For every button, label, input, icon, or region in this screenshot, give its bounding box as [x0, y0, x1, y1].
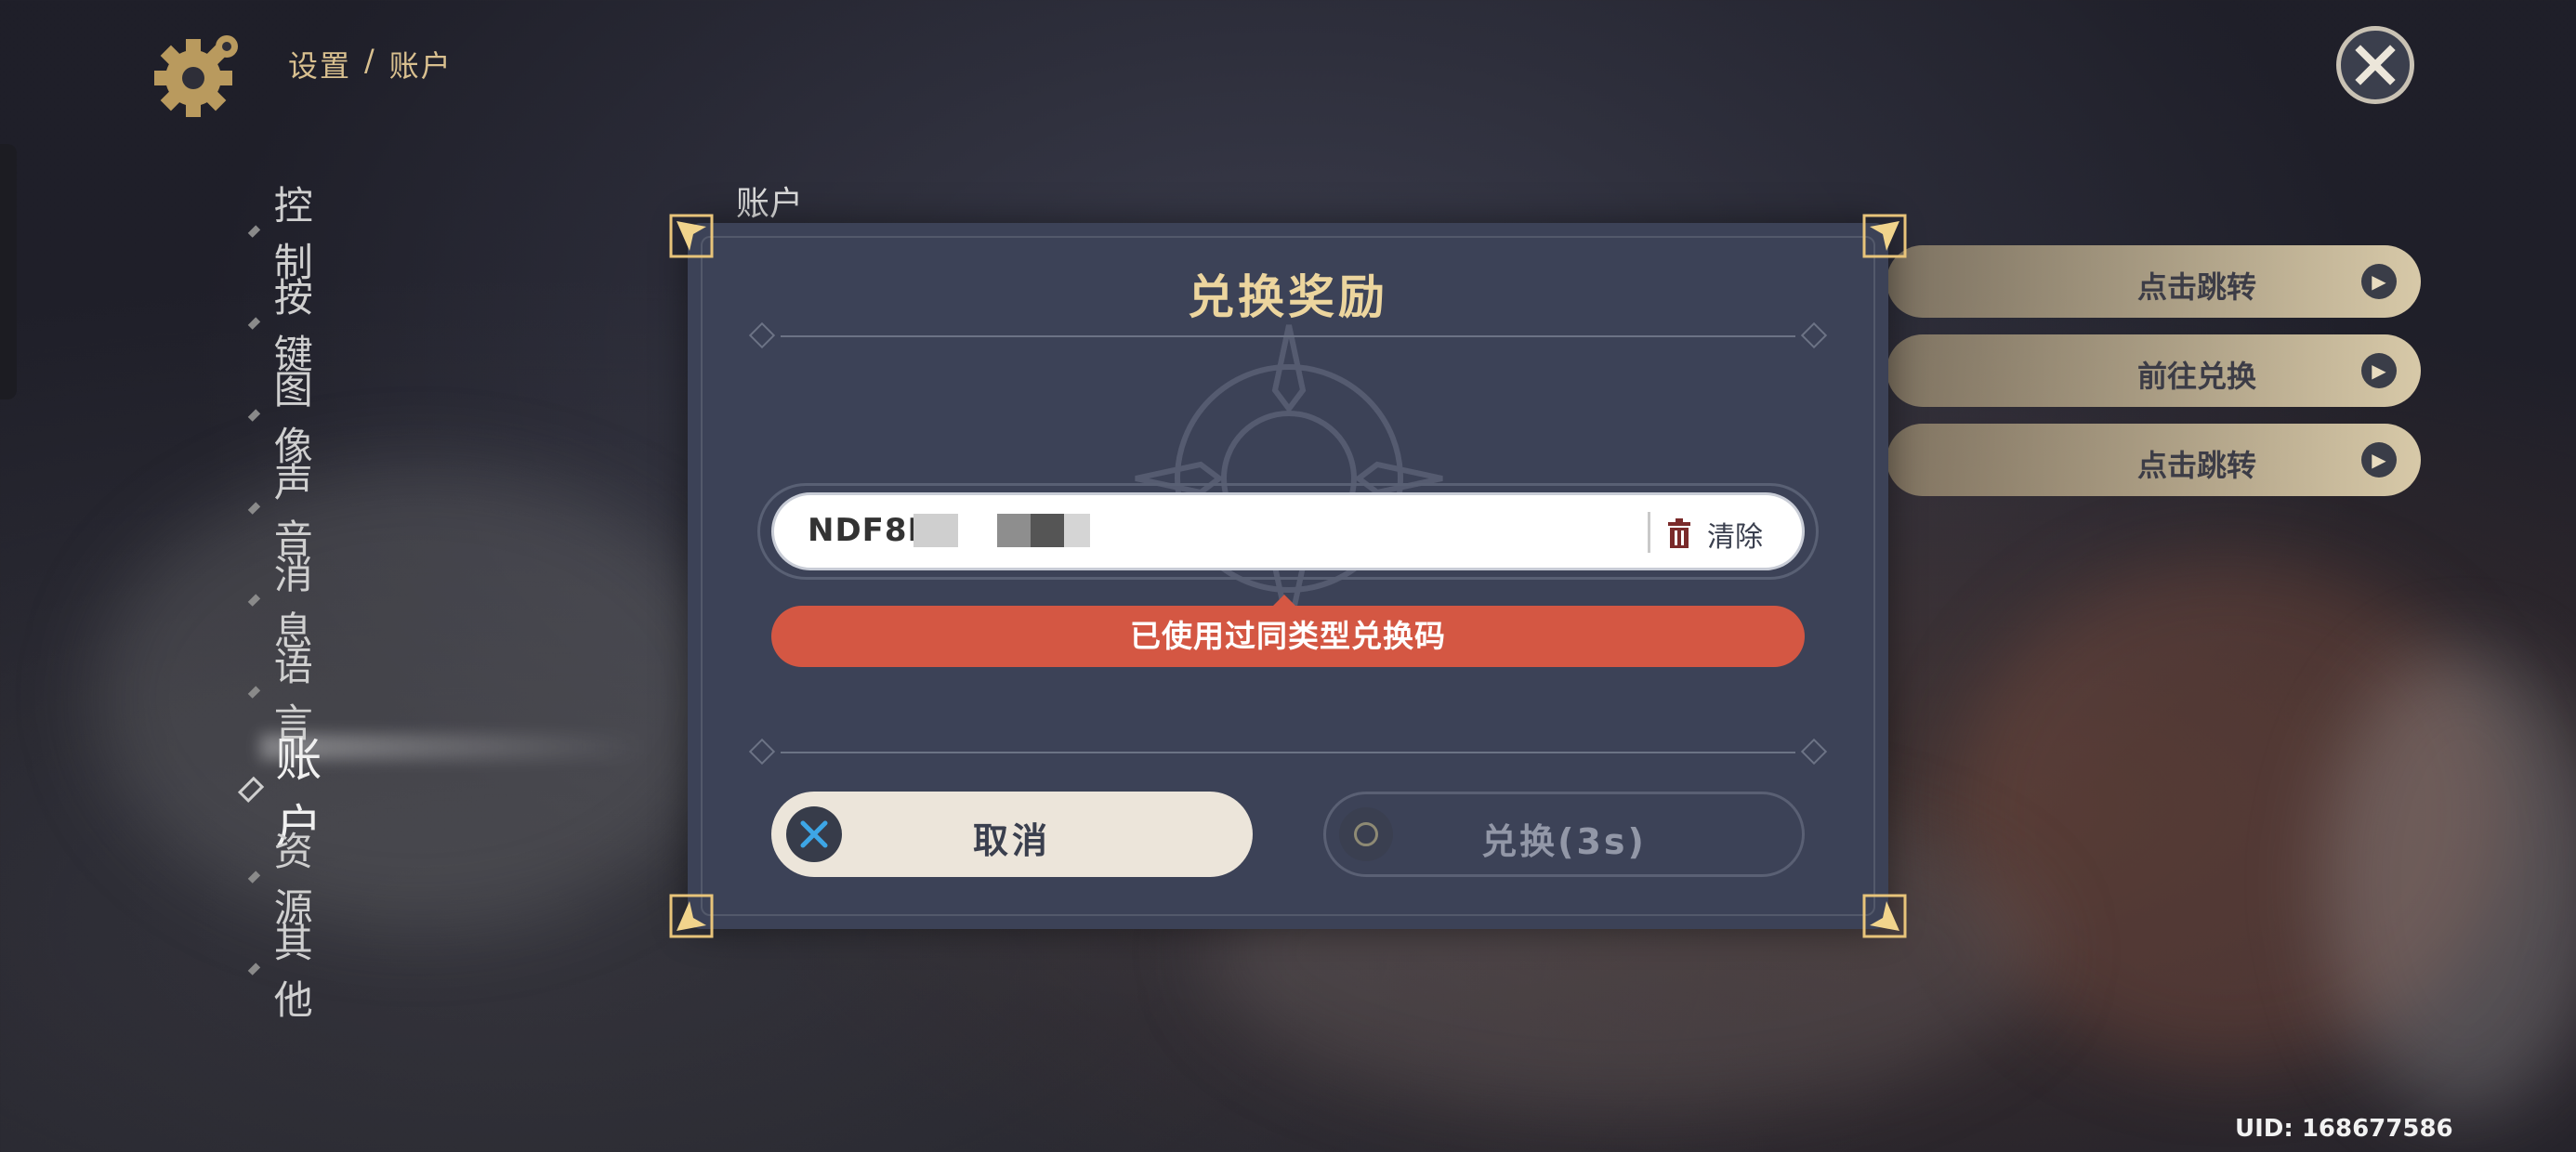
- close-button[interactable]: [2336, 26, 2414, 104]
- redacted-region: [913, 514, 958, 547]
- redacted-region: [958, 514, 980, 547]
- arrow-right-icon: ▶: [2361, 264, 2397, 299]
- clear-button[interactable]: 清除: [1666, 514, 1763, 555]
- redeem-page-button[interactable]: 前往兑换 ▶: [1886, 334, 2421, 407]
- diamond-icon: [247, 317, 261, 330]
- jump-button-label: 前往兑换: [2137, 359, 2257, 394]
- cancel-button[interactable]: 取消: [771, 792, 1253, 877]
- arrow-right-icon: ▶: [2361, 442, 2397, 478]
- input-separator: [1648, 512, 1650, 553]
- breadcrumb: 设置 / 账户: [288, 43, 453, 85]
- menu-item-label: 其他: [273, 921, 313, 1023]
- breadcrumb-settings[interactable]: 设置: [288, 43, 351, 85]
- corner-ornament: [669, 894, 714, 938]
- redeem-button-label: 兑换(3s): [1481, 821, 1647, 862]
- jump-button-label: 点击跳转: [2137, 269, 2257, 305]
- arrow-right-icon: ▶: [2361, 353, 2397, 388]
- cancel-button-label: 取消: [972, 820, 1051, 861]
- corner-ornament: [1862, 894, 1907, 938]
- background-blob: [93, 465, 743, 929]
- diamond-icon: [247, 409, 261, 422]
- section-title: 账户: [736, 185, 804, 223]
- jump-button-label: 点击跳转: [2137, 448, 2257, 483]
- jump-button[interactable]: 点击跳转 ▶: [1886, 424, 2421, 496]
- redeem-code-input[interactable]: NDF8M 清除: [771, 492, 1805, 570]
- clear-button-label: 清除: [1707, 521, 1763, 554]
- ornament-divider: [743, 321, 1833, 349]
- jump-button[interactable]: 点击跳转 ▶: [1886, 245, 2421, 318]
- diamond-icon: [247, 962, 261, 975]
- trash-icon: [1668, 518, 1690, 548]
- diamond-icon: [247, 225, 261, 238]
- ornament-divider: [743, 738, 1833, 766]
- redacted-region: [1064, 514, 1090, 547]
- gear-icon: [149, 26, 245, 123]
- breadcrumb-separator: /: [364, 43, 376, 78]
- uid-label: UID: 168677586: [2235, 1115, 2453, 1143]
- corner-ornament: [1862, 214, 1907, 258]
- redacted-region: [1031, 514, 1064, 547]
- corner-ornament: [669, 214, 714, 258]
- close-icon: [2355, 45, 2396, 85]
- menu-item-other[interactable]: 其他: [247, 912, 318, 1026]
- error-message: 已使用过同类型兑换码: [771, 606, 1805, 667]
- redeem-dialog: 兑换奖励 NDF8M 清除 已使用过同类型兑换码 取消 兑换(3s): [669, 214, 1907, 938]
- breadcrumb-account: 账户: [388, 48, 453, 84]
- redacted-region: [997, 514, 1031, 547]
- redeem-button[interactable]: 兑换(3s): [1323, 792, 1805, 877]
- error-pointer: [1273, 595, 1295, 606]
- side-handle: [0, 144, 17, 399]
- dialog-title: 兑换奖励: [1188, 270, 1388, 324]
